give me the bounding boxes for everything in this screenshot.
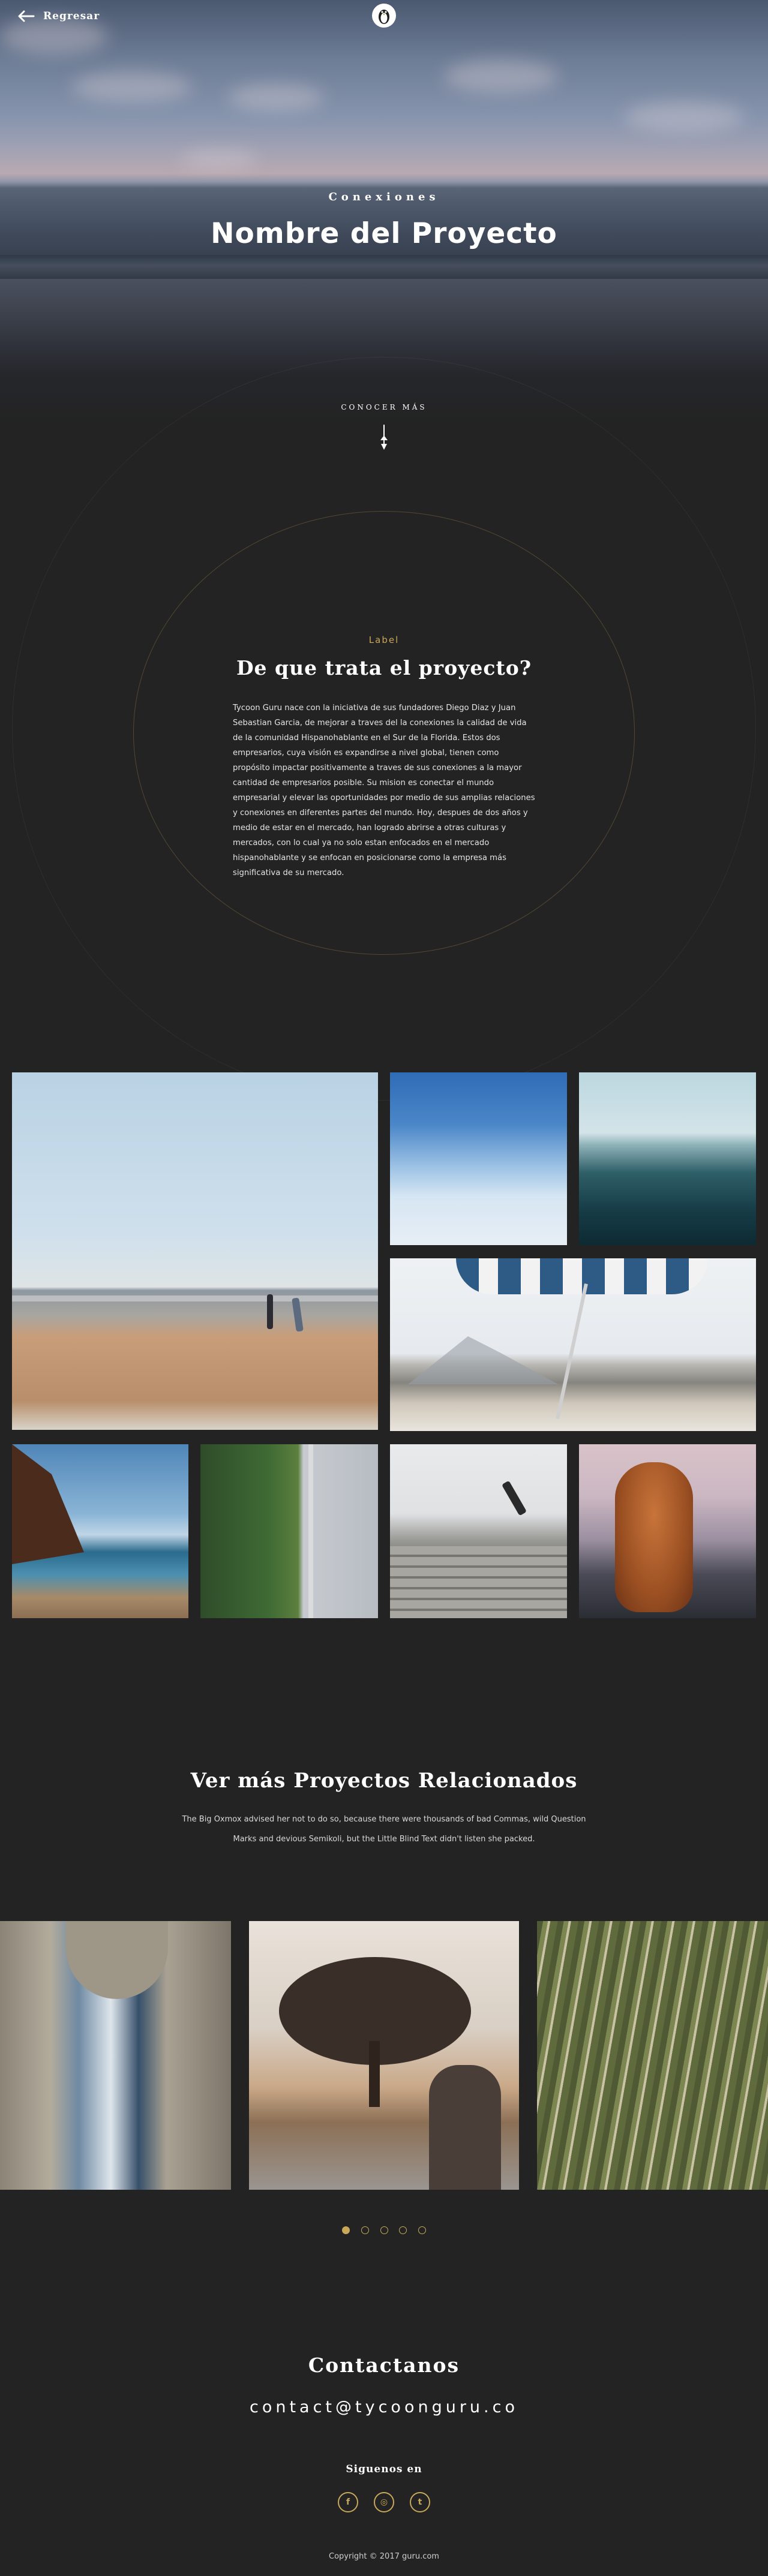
- twitter-icon[interactable]: t: [410, 2492, 430, 2512]
- coast-cliff-photo[interactable]: [12, 1444, 188, 1618]
- cloud: [624, 102, 744, 132]
- contact-title: Contactanos: [308, 2353, 460, 2377]
- back-button[interactable]: Regresar: [17, 10, 100, 23]
- cloud: [72, 72, 192, 102]
- carousel-dot[interactable]: [418, 2226, 426, 2234]
- beach-umbrella-photo[interactable]: [390, 1258, 756, 1431]
- instagram-icon[interactable]: ◎: [374, 2492, 394, 2512]
- contact-email-link[interactable]: contact@tycoonguru.co: [0, 2398, 768, 2416]
- cloud: [228, 84, 324, 111]
- tree-photographer-photo[interactable]: [249, 1921, 519, 2190]
- related-section: Ver más Proyectos Relacionados The Big O…: [0, 1766, 768, 1849]
- related-title: Ver más Proyectos Relacionados: [190, 1769, 578, 1793]
- related-text: The Big Oxmox advised her not to do so, …: [182, 1815, 586, 1844]
- carousel-dot[interactable]: [361, 2226, 369, 2234]
- horizon-water: [0, 255, 768, 279]
- dog-beach-photo[interactable]: [579, 1444, 756, 1618]
- aerial-forest-road-photo[interactable]: [200, 1444, 378, 1618]
- about-body: Tycoon Guru nace con la iniciativa de su…: [233, 703, 535, 877]
- cloud: [180, 150, 258, 168]
- sky-clouds-photo[interactable]: [390, 1072, 567, 1245]
- arrow-left-icon: [18, 10, 35, 22]
- top-bar: Regresar: [0, 0, 768, 37]
- about-title: De que trata el proyecto?: [236, 656, 532, 680]
- penguin-logo-icon[interactable]: [372, 4, 396, 28]
- cloud: [444, 60, 558, 93]
- follow-label: Siguenos en: [346, 2463, 422, 2475]
- section-label: Label: [368, 635, 400, 645]
- carousel-dot[interactable]: [380, 2226, 388, 2234]
- carousel-dots: [342, 2226, 426, 2236]
- social-links: f ◎ t: [338, 2492, 430, 2515]
- skatepark-stairs-photo[interactable]: [390, 1444, 567, 1618]
- hero-title: Nombre del Proyecto: [211, 217, 557, 250]
- carousel-dot[interactable]: [399, 2226, 407, 2234]
- about-section: Label De que trata el proyecto? Tycoon G…: [233, 635, 535, 880]
- rock-arch-photo[interactable]: [0, 1921, 231, 2190]
- facebook-icon[interactable]: f: [338, 2492, 358, 2512]
- grass-plants-photo[interactable]: [537, 1921, 768, 2190]
- copyright: Copyright © 2017 guru.com: [329, 2552, 439, 2561]
- back-label: Regresar: [43, 10, 100, 22]
- surfer-water-photo[interactable]: [579, 1072, 756, 1245]
- carousel-dot[interactable]: [342, 2226, 350, 2234]
- hero-eyebrow: Conexiones: [328, 191, 440, 203]
- beach-couple-photo[interactable]: [12, 1072, 378, 1430]
